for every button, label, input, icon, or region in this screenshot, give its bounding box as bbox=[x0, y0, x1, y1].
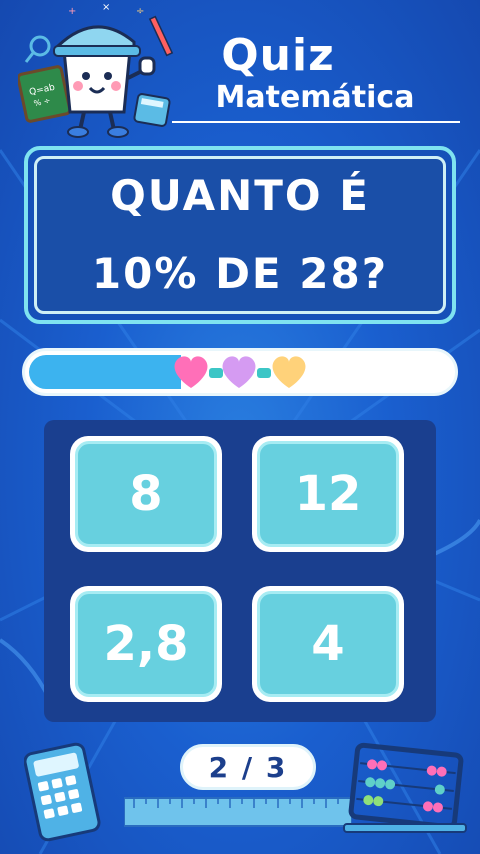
answer-label: 12 bbox=[294, 466, 362, 522]
title-underline bbox=[172, 121, 460, 123]
question-text: QUANTO É 10% DE 28? bbox=[92, 157, 388, 313]
answer-option-1[interactable]: 8 bbox=[70, 436, 222, 552]
calculator-icon bbox=[24, 742, 101, 842]
answer-label: 4 bbox=[311, 616, 345, 672]
answer-label: 8 bbox=[129, 466, 163, 522]
progress-fill bbox=[29, 355, 181, 389]
heart-icon bbox=[272, 356, 306, 388]
title-matematica: Matemática bbox=[215, 80, 415, 115]
answer-option-2[interactable]: 12 bbox=[252, 436, 404, 552]
answer-label: 2,8 bbox=[103, 616, 189, 672]
heart-icon bbox=[222, 356, 256, 388]
heart-icon bbox=[174, 356, 208, 388]
progress-hearts bbox=[174, 356, 306, 388]
svg-text:×: × bbox=[102, 2, 110, 13]
mascot-icon: Q=ab % ÷ + × ÷ bbox=[18, 2, 174, 138]
counter-text: 2 / 3 bbox=[208, 750, 288, 784]
svg-text:÷: ÷ bbox=[136, 6, 144, 17]
title-quiz: Quiz bbox=[221, 30, 335, 81]
question-line-1: QUANTO É bbox=[110, 171, 370, 220]
answer-option-4[interactable]: 4 bbox=[252, 586, 404, 702]
header: Q=ab % ÷ + × ÷ Quiz Matemática bbox=[0, 0, 480, 138]
question-inner: QUANTO É 10% DE 28? bbox=[34, 156, 446, 314]
svg-text:+: + bbox=[68, 6, 76, 17]
question-line-2: 10% DE 28? bbox=[91, 249, 389, 298]
question-counter: 2 / 3 bbox=[180, 744, 316, 790]
ruler-icon bbox=[124, 797, 352, 827]
abacus-icon bbox=[343, 742, 467, 833]
answer-option-3[interactable]: 2,8 bbox=[70, 586, 222, 702]
question-card: QUANTO É 10% DE 28? bbox=[24, 146, 456, 324]
